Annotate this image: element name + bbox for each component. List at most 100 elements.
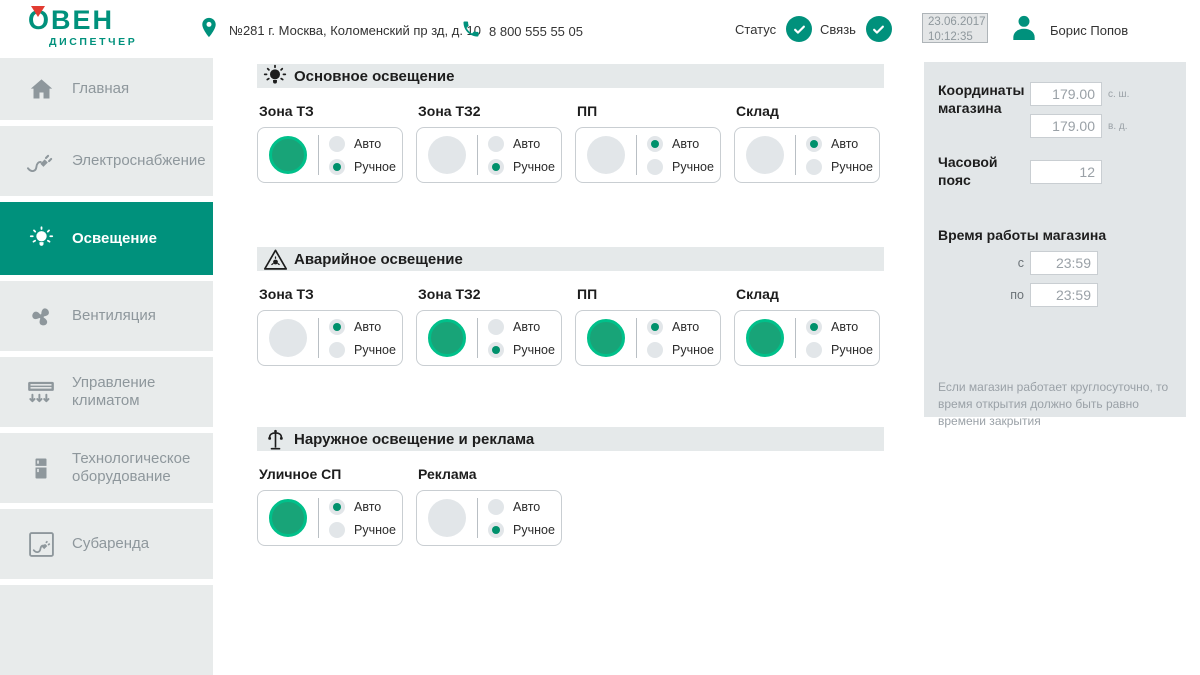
radio-icon[interactable] xyxy=(806,136,822,152)
zone-name: ПП xyxy=(577,286,721,303)
zone-card: Авто Ручное xyxy=(575,127,721,183)
coords-label: Координаты магазина xyxy=(938,82,1030,138)
auto-mode-radio[interactable]: Авто xyxy=(806,136,873,152)
manual-mode-label: Ручное xyxy=(354,160,396,174)
auto-mode-radio[interactable]: Авто xyxy=(329,319,396,335)
sublease-icon xyxy=(24,531,58,558)
auto-mode-radio[interactable]: Авто xyxy=(329,499,396,515)
radio-icon[interactable] xyxy=(647,159,663,175)
radio-icon[interactable] xyxy=(488,319,504,335)
close-time-input[interactable] xyxy=(1030,283,1098,307)
radio-icon[interactable] xyxy=(647,342,663,358)
radio-icon[interactable] xyxy=(647,319,663,335)
radio-icon[interactable] xyxy=(488,159,504,175)
auto-mode-label: Авто xyxy=(354,320,381,334)
auto-mode-radio[interactable]: Авто xyxy=(488,319,555,335)
sidebar-item-label: Главная xyxy=(72,80,129,98)
radio-icon[interactable] xyxy=(329,319,345,335)
datetime-box: 23.06.2017 10:12:35 xyxy=(922,13,988,43)
open-time-input[interactable] xyxy=(1030,251,1098,275)
fridge-icon xyxy=(24,455,58,482)
current-time: 10:12:35 xyxy=(928,30,982,45)
working-hours-label: Время работы магазина xyxy=(938,227,1172,243)
section-header: Наружное освещение и реклама xyxy=(257,427,884,451)
manual-mode-label: Ручное xyxy=(513,160,555,174)
auto-mode-radio[interactable]: Авто xyxy=(488,136,555,152)
card-divider xyxy=(318,318,319,358)
radio-icon[interactable] xyxy=(329,499,345,515)
zone-card: Авто Ручное xyxy=(416,127,562,183)
zone-card: Авто Ручное xyxy=(257,490,403,546)
latitude-unit: с. ш. xyxy=(1108,89,1129,100)
section-streetlamp: Наружное освещение и рекламаУличное СПАв… xyxy=(257,427,884,546)
manual-mode-radio[interactable]: Ручное xyxy=(488,342,555,358)
zone-name: Реклама xyxy=(418,466,562,483)
timezone-input[interactable] xyxy=(1030,160,1102,184)
manual-mode-label: Ручное xyxy=(354,523,396,537)
radio-icon[interactable] xyxy=(806,342,822,358)
auto-mode-radio[interactable]: Авто xyxy=(647,136,714,152)
warning-icon xyxy=(262,248,288,271)
manual-mode-label: Ручное xyxy=(354,343,396,357)
sidebar-item-bulb[interactable]: Освещение xyxy=(0,202,213,275)
sidebar-filler xyxy=(0,585,213,675)
streetlamp-icon xyxy=(262,427,288,452)
sidebar-item-label: Вентиляция xyxy=(72,307,156,325)
zones-row: Уличное СПАвтоРучноеРекламаАвтоРучное xyxy=(257,466,884,546)
radio-icon[interactable] xyxy=(329,136,345,152)
latitude-input[interactable] xyxy=(1030,82,1102,106)
zone-card: Авто Ручное xyxy=(575,310,721,366)
sidebar-item-plug[interactable]: Электроснабжение xyxy=(0,126,213,196)
auto-mode-radio[interactable]: Авто xyxy=(329,136,396,152)
zone-name: Склад xyxy=(736,286,880,303)
support-phone: 8 800 555 55 05 xyxy=(461,19,583,44)
radio-icon[interactable] xyxy=(329,522,345,538)
section-title: Основное освещение xyxy=(294,68,454,85)
zone-card: Авто Ручное xyxy=(416,490,562,546)
auto-mode-radio[interactable]: Авто xyxy=(647,319,714,335)
manual-mode-radio[interactable]: Ручное xyxy=(329,342,396,358)
radio-icon[interactable] xyxy=(806,159,822,175)
lamp-indicator xyxy=(269,319,307,357)
sidebar-item-fridge[interactable]: Технологическое оборудование xyxy=(0,433,213,503)
radio-icon[interactable] xyxy=(488,499,504,515)
zone: Склад Авто Ручное xyxy=(734,286,880,366)
manual-mode-radio[interactable]: Ручное xyxy=(647,159,714,175)
zone-card: Авто Ручное xyxy=(416,310,562,366)
section-title: Аварийное освещение xyxy=(294,251,463,268)
zone: ПП Авто Ручное xyxy=(575,286,721,366)
bulb-icon xyxy=(262,63,288,90)
sidebar-item-fan[interactable]: Вентиляция xyxy=(0,281,213,351)
manual-mode-radio[interactable]: Ручное xyxy=(806,342,873,358)
app-logo[interactable]: ОВЕН ДИСПЕТЧЕР xyxy=(28,7,137,48)
radio-icon[interactable] xyxy=(488,136,504,152)
section-bulb: Основное освещениеЗона ТЗАвтоРучноеЗона … xyxy=(257,64,884,183)
round-the-clock-note: Если магазин работает круглосуточно, то … xyxy=(938,379,1170,429)
manual-mode-radio[interactable]: Ручное xyxy=(647,342,714,358)
manual-mode-radio[interactable]: Ручное xyxy=(806,159,873,175)
longitude-input[interactable] xyxy=(1030,114,1102,138)
auto-mode-radio[interactable]: Авто xyxy=(806,319,873,335)
radio-icon[interactable] xyxy=(488,342,504,358)
current-date: 23.06.2017 xyxy=(928,15,982,30)
status-indicator: Статус xyxy=(735,16,812,42)
section-warning: Аварийное освещениеЗона ТЗАвтоРучноеЗона… xyxy=(257,247,884,366)
radio-icon[interactable] xyxy=(488,522,504,538)
radio-icon[interactable] xyxy=(329,159,345,175)
settings-panel: Координаты магазина с. ш. в. д. Часовой … xyxy=(924,62,1186,417)
sidebar-item-home[interactable]: Главная xyxy=(0,58,213,120)
manual-mode-radio[interactable]: Ручное xyxy=(488,522,555,538)
auto-mode-radio[interactable]: Авто xyxy=(488,499,555,515)
manual-mode-label: Ручное xyxy=(672,343,714,357)
manual-mode-radio[interactable]: Ручное xyxy=(488,159,555,175)
sidebar-item-climate[interactable]: Управление климатом xyxy=(0,357,213,427)
radio-icon[interactable] xyxy=(329,342,345,358)
lamp-indicator xyxy=(428,136,466,174)
sidebar-item-sublease[interactable]: Субаренда xyxy=(0,509,213,579)
radio-icon[interactable] xyxy=(647,136,663,152)
manual-mode-radio[interactable]: Ручное xyxy=(329,522,396,538)
store-address: №281 г. Москва, Коломенский пр зд, д. 10 xyxy=(229,23,481,38)
manual-mode-radio[interactable]: Ручное xyxy=(329,159,396,175)
radio-icon[interactable] xyxy=(806,319,822,335)
user-account[interactable]: Борис Попов xyxy=(1008,12,1128,49)
